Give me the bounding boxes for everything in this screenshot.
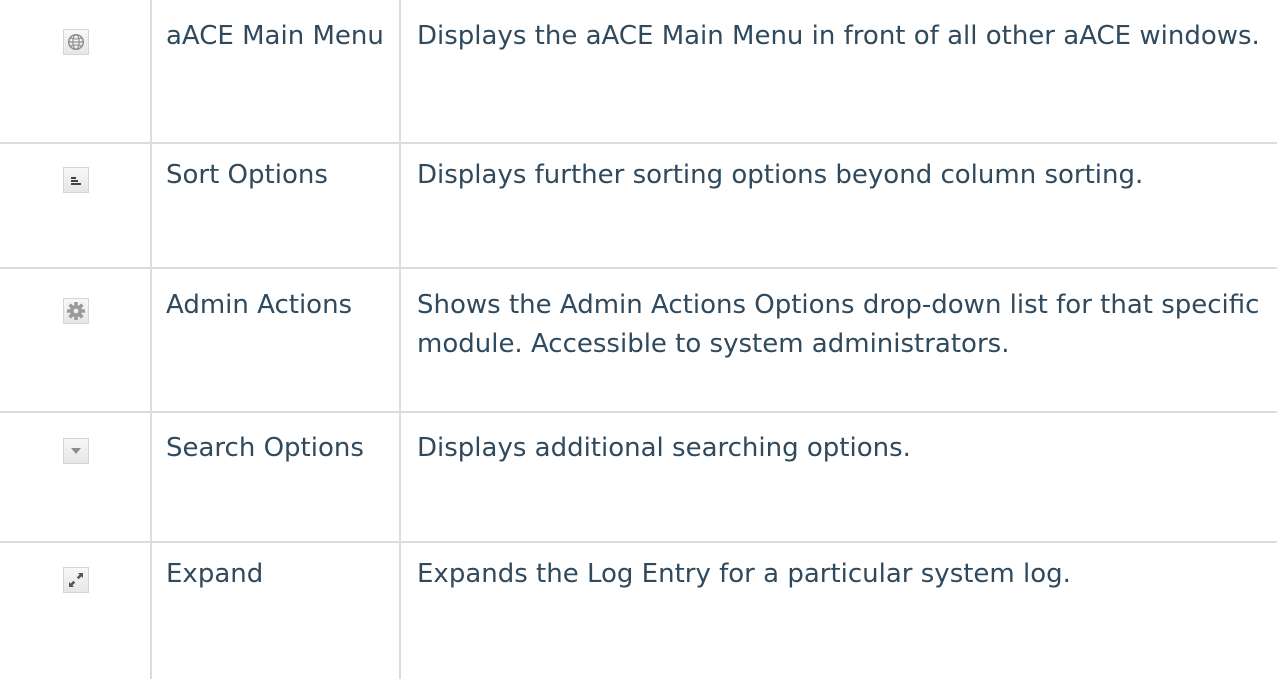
feature-description: Displays additional searching options. — [399, 411, 1277, 543]
table-row: aACE Main Menu Displays the aACE Main Me… — [0, 0, 1277, 144]
icon-cell — [0, 142, 152, 269]
feature-name: Search Options — [150, 411, 401, 543]
icon-cell — [0, 0, 152, 144]
table-row: Expand Expands the Log Entry for a parti… — [0, 541, 1277, 679]
triangle-down-icon — [63, 438, 89, 464]
icon-cell — [0, 541, 152, 679]
feature-description: Displays the aACE Main Menu in front of … — [399, 0, 1277, 144]
table-row: Search Options Displays additional searc… — [0, 411, 1277, 543]
toolbar-icon-reference-table: aACE Main Menu Displays the aACE Main Me… — [0, 0, 1277, 679]
sort-bars-icon — [63, 167, 89, 193]
table-row: Sort Options Displays further sorting op… — [0, 142, 1277, 269]
icon-cell — [0, 411, 152, 543]
globe-icon — [63, 29, 89, 55]
feature-name: Expand — [150, 541, 401, 679]
feature-description: Expands the Log Entry for a particular s… — [399, 541, 1277, 679]
gear-icon — [63, 298, 89, 324]
feature-description: Displays further sorting options beyond … — [399, 142, 1277, 269]
feature-name: Admin Actions — [150, 267, 401, 413]
feature-name: Sort Options — [150, 142, 401, 269]
icon-cell — [0, 267, 152, 413]
expand-arrows-icon — [63, 567, 89, 593]
feature-name: aACE Main Menu — [150, 0, 401, 144]
feature-description: Shows the Admin Actions Options drop-dow… — [399, 267, 1277, 413]
table-row: Admin Actions Shows the Admin Actions Op… — [0, 267, 1277, 413]
